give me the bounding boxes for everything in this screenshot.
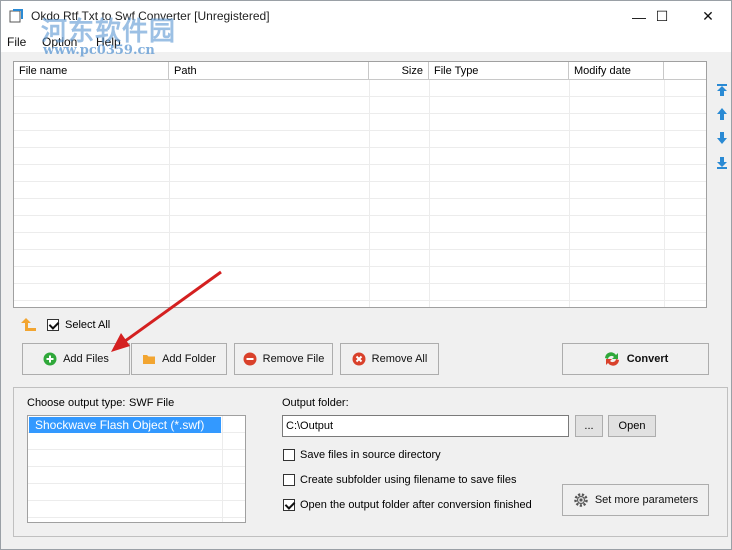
create-subfolder-label: Create subfolder using filename to save … bbox=[300, 474, 517, 486]
remove-all-button[interactable]: Remove All bbox=[340, 343, 439, 375]
convert-button[interactable]: Convert bbox=[562, 343, 709, 375]
remove-file-button[interactable]: Remove File bbox=[234, 343, 333, 375]
open-folder-button[interactable]: Open bbox=[608, 415, 656, 437]
move-up-button[interactable] bbox=[715, 107, 729, 121]
column-divider bbox=[429, 80, 430, 307]
table-header: File name Path Size File Type Modify dat… bbox=[14, 62, 706, 80]
move-down-icon bbox=[717, 132, 727, 144]
maximize-button[interactable]: ☐ bbox=[639, 1, 685, 32]
remove-icon bbox=[243, 352, 257, 366]
app-icon bbox=[9, 9, 23, 23]
move-top-icon bbox=[717, 84, 727, 96]
set-more-parameters-label: Set more parameters bbox=[594, 494, 699, 506]
save-in-source-label: Save files in source directory bbox=[300, 449, 441, 461]
menu-bar: File Option Help bbox=[1, 32, 731, 52]
menu-option[interactable]: Option bbox=[42, 35, 77, 49]
move-down-button[interactable] bbox=[715, 131, 729, 145]
open-after-conversion-checkbox[interactable] bbox=[283, 499, 295, 511]
window-title: Okdo Rtf Txt to Swf Converter [Unregiste… bbox=[31, 9, 270, 23]
save-in-source-checkbox[interactable] bbox=[283, 449, 295, 461]
column-file-name[interactable]: File name bbox=[14, 62, 169, 80]
browse-folder-button[interactable]: ... bbox=[575, 415, 603, 437]
menu-file[interactable]: File bbox=[7, 35, 26, 49]
move-bottom-button[interactable] bbox=[715, 156, 729, 170]
app-window: Okdo Rtf Txt to Swf Converter [Unregiste… bbox=[0, 0, 732, 550]
column-divider bbox=[664, 80, 665, 307]
create-subfolder-checkbox[interactable] bbox=[283, 474, 295, 486]
add-icon bbox=[43, 352, 57, 366]
select-all-checkbox[interactable] bbox=[47, 319, 59, 331]
menu-help[interactable]: Help bbox=[96, 35, 121, 49]
remove-all-label: Remove All bbox=[371, 353, 428, 365]
open-after-conversion-label: Open the output folder after conversion … bbox=[300, 499, 532, 511]
column-path[interactable]: Path bbox=[169, 62, 369, 80]
convert-label: Convert bbox=[626, 353, 669, 365]
remove-file-label: Remove File bbox=[262, 353, 325, 365]
move-up-icon bbox=[717, 108, 727, 120]
output-folder-label: Output folder: bbox=[282, 397, 349, 409]
convert-icon bbox=[604, 352, 619, 366]
close-button[interactable]: ✕ bbox=[685, 1, 731, 32]
output-type-label: Choose output type: bbox=[27, 397, 126, 409]
move-top-button[interactable] bbox=[715, 83, 729, 97]
column-file-type[interactable]: File Type bbox=[429, 62, 569, 80]
go-up-icon[interactable] bbox=[20, 317, 38, 333]
column-modify-date[interactable]: Modify date bbox=[569, 62, 664, 80]
output-type-list[interactable]: Shockwave Flash Object (*.swf) bbox=[27, 415, 246, 523]
list-divider bbox=[222, 416, 223, 522]
set-more-parameters-button[interactable]: Set more parameters bbox=[562, 484, 709, 516]
output-type-option-swf[interactable]: Shockwave Flash Object (*.swf) bbox=[29, 417, 221, 433]
column-divider bbox=[569, 80, 570, 307]
column-divider bbox=[369, 80, 370, 307]
output-folder-input[interactable]: C:\Output bbox=[282, 415, 569, 437]
pointer-arrow-icon bbox=[111, 270, 222, 352]
output-type-value: SWF File bbox=[129, 397, 175, 409]
move-bottom-icon bbox=[717, 157, 727, 169]
gear-icon bbox=[574, 493, 588, 507]
title-bar[interactable]: Okdo Rtf Txt to Swf Converter [Unregiste… bbox=[1, 1, 731, 32]
clear-icon bbox=[352, 352, 366, 366]
column-size[interactable]: Size bbox=[369, 62, 429, 80]
